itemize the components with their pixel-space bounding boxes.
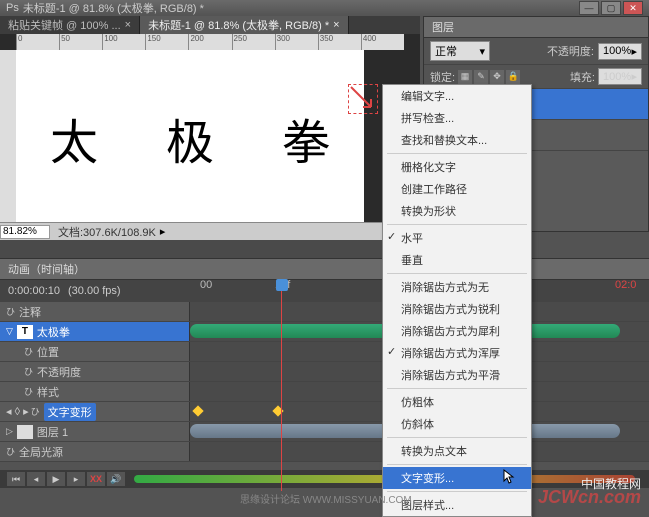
- track-global-light[interactable]: ひ全局光源: [0, 442, 190, 461]
- watermark: 思缘设计论坛 WWW.MISSYUAN.COM: [240, 491, 412, 506]
- playhead[interactable]: [276, 279, 288, 489]
- lock-all-icon[interactable]: 🔒: [506, 70, 520, 84]
- menu-faux-italic[interactable]: 仿斜体: [383, 413, 531, 435]
- timeline-tab[interactable]: 动画（时间轴）: [0, 259, 649, 280]
- menu-faux-bold[interactable]: 仿粗体: [383, 391, 531, 413]
- lock-pixels-icon[interactable]: ✎: [474, 70, 488, 84]
- rewind-button[interactable]: ⏮: [7, 472, 25, 486]
- context-menu: 编辑文字... 拼写检查... 查找和替换文本... 栅格化文字 创建工作路径 …: [382, 84, 532, 517]
- layers-tab[interactable]: 图层: [424, 17, 648, 38]
- track-style[interactable]: ひ样式: [0, 382, 190, 401]
- lock-position-icon[interactable]: ✥: [490, 70, 504, 84]
- cursor-icon: [503, 469, 517, 485]
- zoom-input[interactable]: [0, 225, 50, 239]
- menu-convert-point[interactable]: 转换为点文本: [383, 440, 531, 462]
- close-button[interactable]: ✕: [623, 1, 643, 15]
- track-warp[interactable]: ◂ ◊ ▸ひ文字变形: [0, 402, 190, 421]
- chevron-down-icon: ▾: [479, 45, 485, 58]
- menu-aa-none[interactable]: 消除锯齿方式为无: [383, 276, 531, 298]
- menu-edit-text[interactable]: 编辑文字...: [383, 85, 531, 107]
- window-title: 未标题-1 @ 81.8% (太极拳, RGB/8) *: [23, 0, 204, 16]
- horizontal-ruler: 050100150200250300350400: [16, 34, 404, 50]
- minimize-button[interactable]: —: [579, 1, 599, 15]
- doc-info: 文档:307.6K/108.9K: [58, 224, 156, 240]
- track-layer1[interactable]: ▷图层 1: [0, 422, 190, 441]
- menu-rasterize[interactable]: 栅格化文字: [383, 156, 531, 178]
- track-position[interactable]: ひ位置: [0, 342, 190, 361]
- current-time[interactable]: 0:00:00:10: [8, 285, 60, 297]
- menu-find-replace[interactable]: 查找和替换文本...: [383, 129, 531, 151]
- menu-spell-check[interactable]: 拼写检查...: [383, 107, 531, 129]
- document-tab-0[interactable]: 粘贴关键帧 @ 100% ... ×: [0, 16, 140, 34]
- track-text-layer[interactable]: ▽T太极拳: [0, 322, 190, 341]
- menu-warp-text[interactable]: 文字变形...: [383, 467, 531, 489]
- menu-aa-sharp[interactable]: 消除锯齿方式为锐利: [383, 298, 531, 320]
- menu-aa-smooth[interactable]: 消除锯齿方式为平滑: [383, 364, 531, 386]
- fill-input[interactable]: 100%▸: [598, 68, 642, 85]
- chevron-right-icon[interactable]: ▸: [160, 225, 166, 238]
- play-button[interactable]: ▶: [47, 472, 65, 486]
- close-icon[interactable]: ×: [333, 19, 339, 31]
- ps-icon: Ps: [6, 2, 19, 14]
- menu-aa-strong[interactable]: ✓消除锯齿方式为浑厚: [383, 342, 531, 364]
- close-icon[interactable]: ×: [125, 19, 131, 31]
- watermark: JCWcn.com: [538, 487, 641, 508]
- timeline-panel: 动画（时间轴） 0:00:00:10 (30.00 fps) 00 10f 20…: [0, 258, 649, 488]
- prev-frame-button[interactable]: ◂: [27, 472, 45, 486]
- vertical-ruler: [0, 50, 16, 224]
- blend-mode-dropdown[interactable]: 正常▾: [430, 41, 490, 61]
- lock-transparency-icon[interactable]: ▦: [458, 70, 472, 84]
- menu-aa-crisp[interactable]: 消除锯齿方式为犀利: [383, 320, 531, 342]
- stop-button[interactable]: XX: [87, 472, 105, 486]
- menu-horizontal[interactable]: ✓水平: [383, 227, 531, 249]
- menu-create-path[interactable]: 创建工作路径: [383, 178, 531, 200]
- annotation-arrow: [348, 84, 378, 114]
- canvas[interactable]: 太 极 拳: [16, 50, 364, 226]
- track-opacity[interactable]: ひ不透明度: [0, 362, 190, 381]
- menu-convert-shape[interactable]: 转换为形状: [383, 200, 531, 222]
- fps-display: (30.00 fps): [68, 285, 121, 297]
- track-comments[interactable]: ひ注释: [0, 302, 190, 321]
- document-tab-1[interactable]: 未标题-1 @ 81.8% (太极拳, RGB/8) * ×: [140, 16, 349, 34]
- maximize-button[interactable]: ▢: [601, 1, 621, 15]
- audio-button[interactable]: 🔊: [107, 472, 125, 486]
- menu-vertical[interactable]: 垂直: [383, 249, 531, 271]
- next-frame-button[interactable]: ▸: [67, 472, 85, 486]
- opacity-input[interactable]: 100%▸: [598, 43, 642, 60]
